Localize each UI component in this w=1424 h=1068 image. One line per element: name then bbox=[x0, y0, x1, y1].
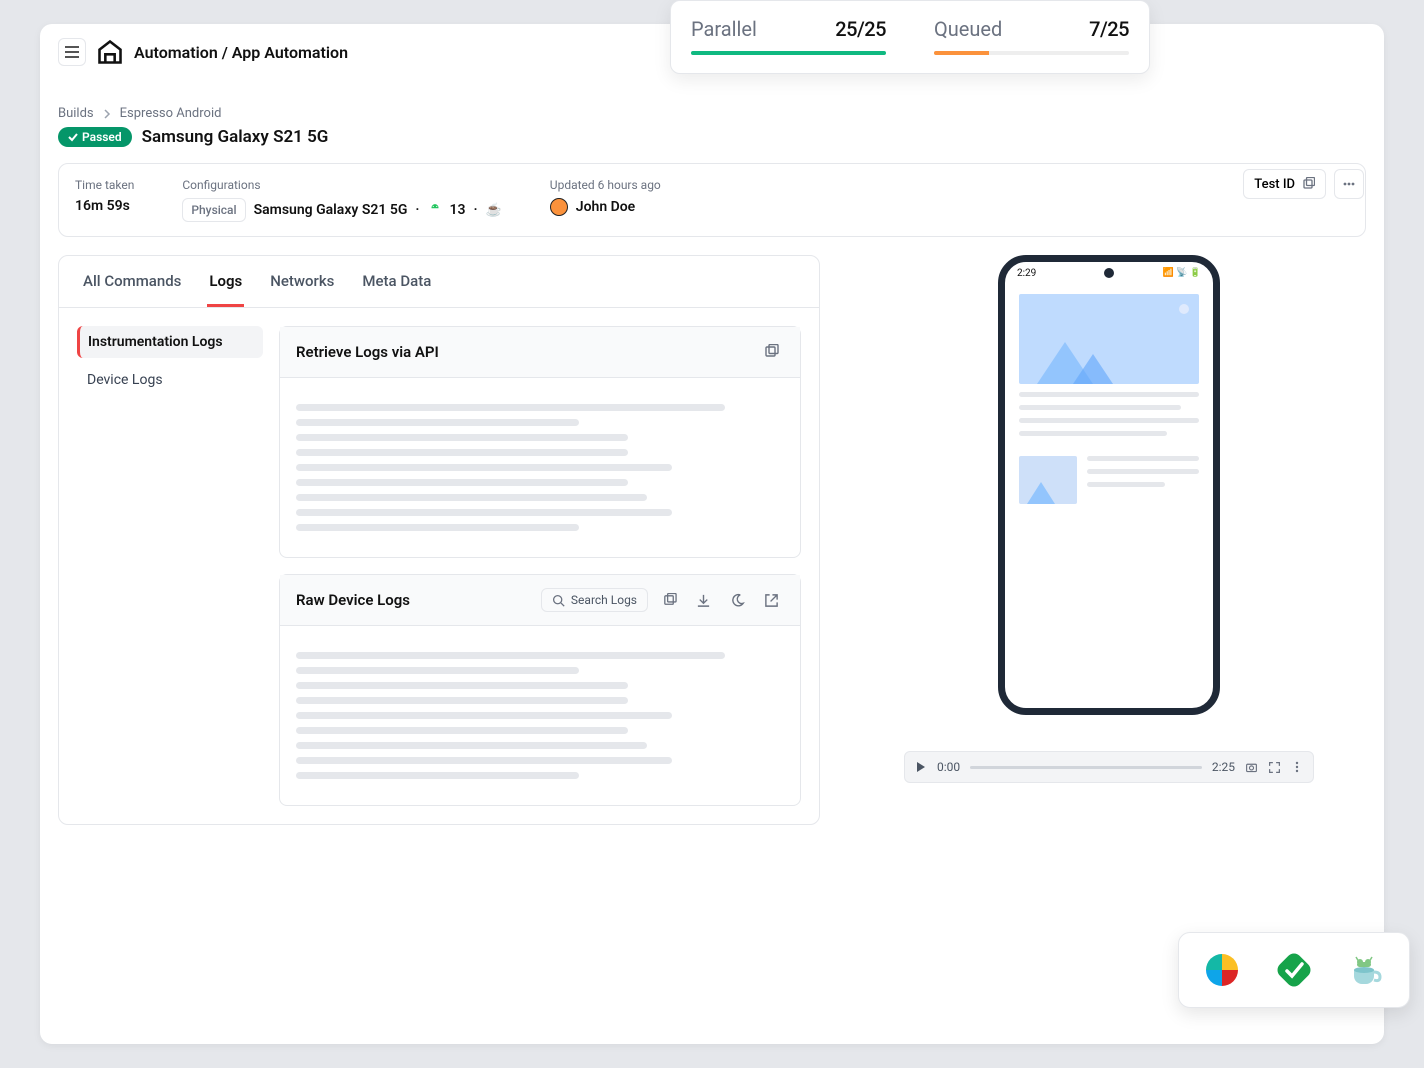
more-button[interactable] bbox=[1334, 169, 1364, 199]
android-icon bbox=[428, 203, 442, 217]
test-id-button[interactable]: Test ID bbox=[1243, 169, 1326, 199]
play-icon[interactable] bbox=[915, 761, 927, 773]
phone-time: 2:29 bbox=[1017, 268, 1036, 279]
time-taken-label: Time taken bbox=[75, 178, 134, 192]
retrieve-logs-card: Retrieve Logs via API bbox=[279, 326, 801, 558]
breadcrumb-leaf: Espresso Android bbox=[120, 106, 222, 121]
fullscreen-icon[interactable] bbox=[1268, 761, 1281, 774]
queued-value: 7/25 bbox=[1089, 17, 1129, 41]
config-device: Samsung Galaxy S21 5G bbox=[254, 202, 408, 218]
tabs: All Commands Logs Networks Meta Data bbox=[59, 256, 819, 308]
tab-logs[interactable]: Logs bbox=[207, 256, 244, 307]
tab-meta-data[interactable]: Meta Data bbox=[360, 256, 433, 307]
card-title: Retrieve Logs via API bbox=[296, 343, 750, 361]
device-title: Samsung Galaxy S21 5G bbox=[142, 127, 329, 147]
stats-card: Parallel 25/25 Queued 7/25 bbox=[670, 0, 1150, 74]
check-icon bbox=[1273, 949, 1315, 991]
video-start-time: 0:00 bbox=[937, 760, 960, 774]
parallel-label: Parallel bbox=[691, 17, 757, 41]
breadcrumb: Builds Espresso Android bbox=[58, 106, 1366, 121]
camera-icon[interactable] bbox=[1245, 761, 1258, 774]
copy-icon[interactable] bbox=[758, 339, 784, 365]
more-vertical-icon[interactable] bbox=[1291, 761, 1303, 773]
card-title: Raw Device Logs bbox=[296, 591, 533, 609]
status-badge: Passed bbox=[58, 127, 132, 147]
page-title: Automation / App Automation bbox=[134, 43, 348, 62]
physical-chip: Physical bbox=[182, 198, 245, 222]
external-link-icon[interactable] bbox=[758, 587, 784, 613]
download-icon[interactable] bbox=[690, 587, 716, 613]
queued-label: Queued bbox=[934, 17, 1002, 41]
time-taken-value: 16m 59s bbox=[75, 198, 134, 214]
espresso-icon: ☕ bbox=[486, 203, 502, 218]
tab-networks[interactable]: Networks bbox=[268, 256, 336, 307]
parallel-value: 25/25 bbox=[835, 17, 886, 41]
device-preview: 2:29 📶 📡 🔋 bbox=[998, 255, 1220, 715]
os-version: 13 bbox=[450, 202, 466, 218]
logo bbox=[96, 38, 124, 66]
moon-icon[interactable] bbox=[724, 587, 750, 613]
sidebar-item-device-logs[interactable]: Device Logs bbox=[77, 364, 263, 396]
search-logs-input[interactable]: Search Logs bbox=[541, 588, 648, 612]
breadcrumb-root[interactable]: Builds bbox=[58, 106, 94, 121]
video-end-time: 2:25 bbox=[1212, 760, 1235, 774]
swirl-icon bbox=[1201, 949, 1243, 991]
meta-box: Time taken 16m 59s Configurations Physic… bbox=[58, 163, 1366, 237]
updated-label: Updated 6 hours ago bbox=[550, 178, 661, 192]
avatar bbox=[550, 198, 568, 216]
menu-button[interactable] bbox=[58, 38, 86, 66]
raw-device-logs-card: Raw Device Logs Search Logs bbox=[279, 574, 801, 806]
platforms-card bbox=[1178, 932, 1410, 1008]
copy-icon[interactable] bbox=[656, 587, 682, 613]
video-player[interactable]: 0:00 2:25 bbox=[904, 751, 1314, 783]
espresso-cup-icon bbox=[1345, 949, 1387, 991]
user-name: John Doe bbox=[576, 199, 635, 215]
sidebar-item-instrumentation-logs[interactable]: Instrumentation Logs bbox=[77, 326, 263, 358]
configurations-label: Configurations bbox=[182, 178, 501, 192]
tab-all-commands[interactable]: All Commands bbox=[81, 256, 183, 307]
phone-status-icons: 📶 📡 🔋 bbox=[1163, 268, 1201, 279]
